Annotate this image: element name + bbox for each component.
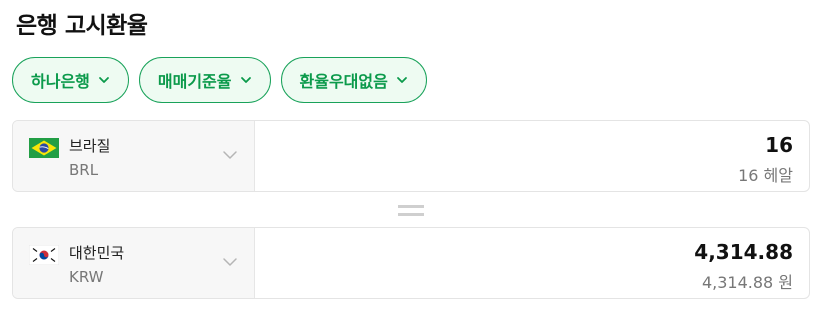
from-amount-value: 16	[765, 133, 793, 157]
from-currency-select[interactable]: 브라질 BRL	[13, 121, 255, 191]
page-title: 은행 고시환율	[16, 13, 148, 39]
chevron-down-icon	[396, 77, 407, 83]
south-korea-flag-icon	[29, 245, 59, 265]
chip-label: 하나은행	[31, 72, 90, 91]
preferential-rate-select-chip[interactable]: 환율우대없음	[280, 57, 427, 103]
chevron-down-icon	[223, 258, 237, 266]
chevron-down-icon	[98, 77, 109, 83]
chip-label: 환율우대없음	[299, 72, 388, 91]
chip-label: 매매기준율	[157, 72, 232, 91]
currency-code: BRL	[69, 161, 99, 179]
chevron-down-icon	[240, 77, 251, 83]
to-amount-unit-text: 4,314.88 원	[701, 273, 793, 292]
from-amount-unit-text: 16 헤알	[738, 166, 793, 185]
to-currency-select[interactable]: 대한민국 KRW	[13, 228, 255, 298]
brazil-flag-icon	[29, 138, 59, 158]
to-currency-card: 대한민국 KRW 4,314.88 4,314.88 원	[12, 227, 810, 299]
filter-chips: 하나은행 매매기준율 환율우대없음	[12, 57, 427, 103]
chevron-down-icon	[223, 151, 237, 159]
to-amount-value: 4,314.88	[694, 240, 793, 264]
currency-country-name: 브라질	[69, 137, 111, 155]
equals-icon	[398, 205, 424, 216]
currency-code: KRW	[69, 268, 104, 286]
currency-country-name: 대한민국	[69, 244, 125, 262]
bank-select-chip[interactable]: 하나은행	[12, 57, 129, 103]
from-currency-card: 브라질 BRL 16 16 헤알	[12, 120, 810, 192]
exchange-rate-widget: 은행 고시환율 하나은행 매매기준율 환율우대없음 브라질 BRL 16 16 …	[0, 0, 823, 311]
from-amount-field[interactable]: 16 16 헤알	[255, 121, 809, 191]
to-amount-field[interactable]: 4,314.88 4,314.88 원	[255, 228, 809, 298]
rate-type-select-chip[interactable]: 매매기준율	[138, 57, 271, 103]
